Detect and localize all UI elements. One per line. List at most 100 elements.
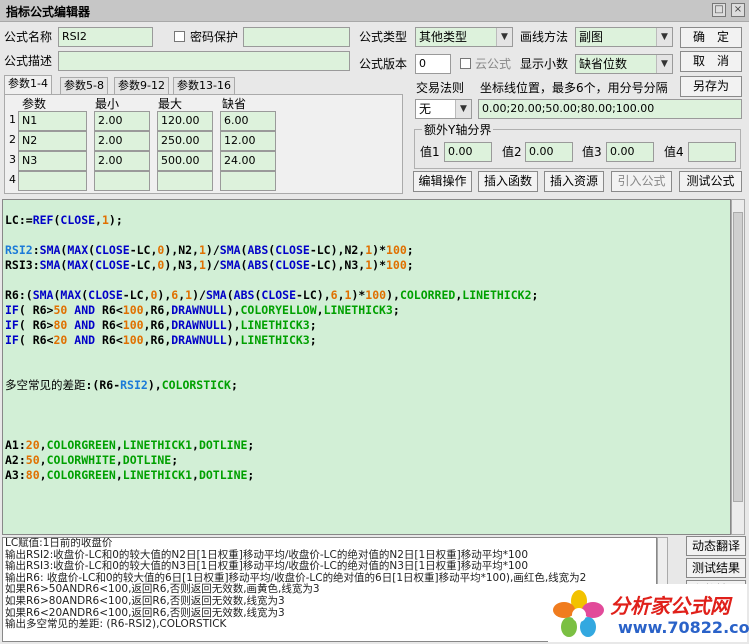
chevron-down-icon: ▼ — [455, 100, 471, 118]
type-select[interactable]: 其他类型 ▼ — [415, 27, 513, 47]
desc-label: 公式描述 — [4, 54, 53, 68]
code-line: A3:80,COLORGREEN,LINETHICK1,DOTLINE; — [5, 468, 255, 482]
cloud-label: 云公式 — [475, 57, 512, 71]
cloud-checkbox[interactable] — [460, 58, 471, 69]
ok-button[interactable]: 确 定 — [680, 27, 742, 48]
editor-scrollbar[interactable] — [731, 199, 745, 535]
trade-label: 交易法则 — [416, 81, 465, 95]
param-4-name[interactable] — [18, 171, 87, 191]
code-line: RSI2:SMA(MAX(CLOSE-LC,0),N2,1)/SMA(ABS(C… — [5, 243, 414, 257]
param-4-max[interactable] — [157, 171, 213, 191]
param-header-name: 参数 — [22, 97, 47, 111]
chevron-down-icon: ▼ — [496, 28, 512, 46]
trade-value: 无 — [419, 102, 432, 116]
param-header-max: 最大 — [158, 97, 183, 111]
decimals-select[interactable]: 缺省位数 ▼ — [575, 54, 673, 74]
name-label: 公式名称 — [4, 30, 53, 44]
y2-label: 值2 — [502, 145, 522, 159]
title-bar — [0, 0, 749, 22]
param-1-default[interactable]: 6.00 — [220, 111, 276, 131]
param-header-min: 最小 — [95, 97, 120, 111]
extra-y-title: 额外Y轴分界 — [422, 120, 494, 140]
insert-res-button[interactable]: 插入资源 — [544, 171, 604, 192]
edit-ops-button[interactable]: 编辑操作 — [413, 171, 472, 192]
param-3-name[interactable]: N3 — [18, 151, 87, 171]
name-input[interactable]: RSI2 — [58, 27, 153, 47]
test-result-button[interactable]: 测试结果 — [686, 558, 746, 578]
code-line: IF( R6>50 AND R6<100,R6,DRAWNULL),COLORY… — [5, 303, 400, 317]
param-row-number: 2 — [9, 133, 16, 146]
tab-params-9-12[interactable]: 参数9-12 — [114, 77, 169, 94]
param-1-max[interactable]: 120.00 — [157, 111, 213, 131]
y1-input[interactable]: 0.00 — [444, 142, 492, 162]
window-title: 指标公式编辑器 — [6, 5, 91, 19]
import-button[interactable]: 引入公式 — [611, 171, 672, 192]
param-3-default[interactable]: 24.00 — [220, 151, 276, 171]
decimals-label: 显示小数 — [520, 57, 569, 71]
param-3-min[interactable]: 2.00 — [94, 151, 150, 171]
param-4-min[interactable] — [94, 171, 150, 191]
code-line: RSI3:SMA(MAX(CLOSE-LC,0),N3,1)/SMA(ABS(C… — [5, 258, 414, 272]
y1-label: 值1 — [420, 145, 440, 159]
desc-input[interactable] — [58, 51, 350, 71]
code-line: LC:=REF(CLOSE,1); — [5, 213, 123, 227]
code-line: A1:20,COLORGREEN,LINETHICK1,DOTLINE; — [5, 438, 255, 452]
code-editor[interactable]: LC:=REF(CLOSE,1); RSI2:SMA(MAX(CLOSE-LC,… — [2, 199, 731, 535]
password-checkbox[interactable] — [174, 31, 185, 42]
param-2-default[interactable]: 12.00 — [220, 131, 276, 151]
draw-value: 副图 — [579, 30, 604, 44]
output-line: 如果R6>80ANDR6<100,返回R6,否则返回无效数,线宽为3 — [5, 595, 285, 607]
code-line: A2:50,COLORWHITE,DOTLINE; — [5, 453, 179, 467]
param-3-max[interactable]: 500.00 — [157, 151, 213, 171]
trade-select[interactable]: 无 ▼ — [415, 99, 472, 119]
code-line: IF( R6>80 AND R6<100,R6,DRAWNULL),LINETH… — [5, 318, 317, 332]
coord-input[interactable]: 0.00;20.00;50.00;80.00;100.00 — [478, 99, 742, 119]
code-line: 多空常见的差距:(R6-RSI2),COLORSTICK; — [5, 378, 238, 392]
param-2-name[interactable]: N2 — [18, 131, 87, 151]
password-label: 密码保护 — [190, 30, 239, 44]
type-label: 公式类型 — [359, 30, 408, 44]
y3-label: 值3 — [582, 145, 602, 159]
param-1-name[interactable]: N1 — [18, 111, 87, 131]
code-line: R6:(SMA(MAX(CLOSE-LC,0),6,1)/SMA(ABS(CLO… — [5, 288, 539, 302]
output-line: 输出多空常见的差距: (R6-RSI2),COLORSTICK — [5, 618, 227, 631]
test-button[interactable]: 测试公式 — [679, 171, 742, 192]
tab-params-13-16[interactable]: 参数13-16 — [173, 77, 235, 94]
param-row-number: 4 — [9, 173, 16, 186]
version-label: 公式版本 — [359, 57, 408, 71]
output-line: LC赋值:1日前的收盘价 — [5, 537, 113, 549]
close-icon[interactable]: × — [731, 3, 745, 17]
y4-label: 值4 — [664, 145, 684, 159]
scrollbar-thumb[interactable] — [733, 212, 743, 502]
tab-params-5-8[interactable]: 参数5-8 — [60, 77, 108, 94]
insert-func-button[interactable]: 插入函数 — [478, 171, 538, 192]
watermark-logo: 分析家公式网 www.70822.com — [548, 584, 749, 642]
tab-params-1-4[interactable]: 参数1-4 — [4, 75, 52, 95]
password-input[interactable] — [243, 27, 350, 47]
version-input[interactable]: 0 — [415, 54, 451, 74]
y3-input[interactable]: 0.00 — [606, 142, 654, 162]
flower-logo-icon — [553, 590, 604, 637]
decimals-value: 缺省位数 — [579, 57, 628, 71]
param-2-min[interactable]: 2.00 — [94, 131, 150, 151]
param-2-max[interactable]: 250.00 — [157, 131, 213, 151]
logo-text: 分析家公式网 — [610, 594, 730, 618]
draw-label: 画线方法 — [520, 30, 569, 44]
draw-select[interactable]: 副图 ▼ — [575, 27, 673, 47]
dynamic-translate-button[interactable]: 动态翻译 — [686, 536, 746, 556]
param-row-number: 1 — [9, 113, 16, 126]
param-header-default: 缺省 — [222, 97, 247, 111]
coord-label: 坐标线位置，最多6个，用分号分隔 — [480, 81, 668, 95]
param-row-number: 3 — [9, 153, 16, 166]
cancel-button[interactable]: 取 消 — [680, 51, 742, 72]
chevron-down-icon: ▼ — [656, 28, 672, 46]
chevron-down-icon: ▼ — [656, 55, 672, 73]
y2-input[interactable]: 0.00 — [525, 142, 573, 162]
logo-url: www.70822.com — [618, 618, 749, 637]
y4-input[interactable] — [688, 142, 736, 162]
param-4-default[interactable] — [220, 171, 276, 191]
save-as-button[interactable]: 另存为 — [680, 76, 742, 97]
type-value: 其他类型 — [419, 30, 468, 44]
param-1-min[interactable]: 2.00 — [94, 111, 150, 131]
restore-icon[interactable]: □ — [712, 3, 726, 17]
